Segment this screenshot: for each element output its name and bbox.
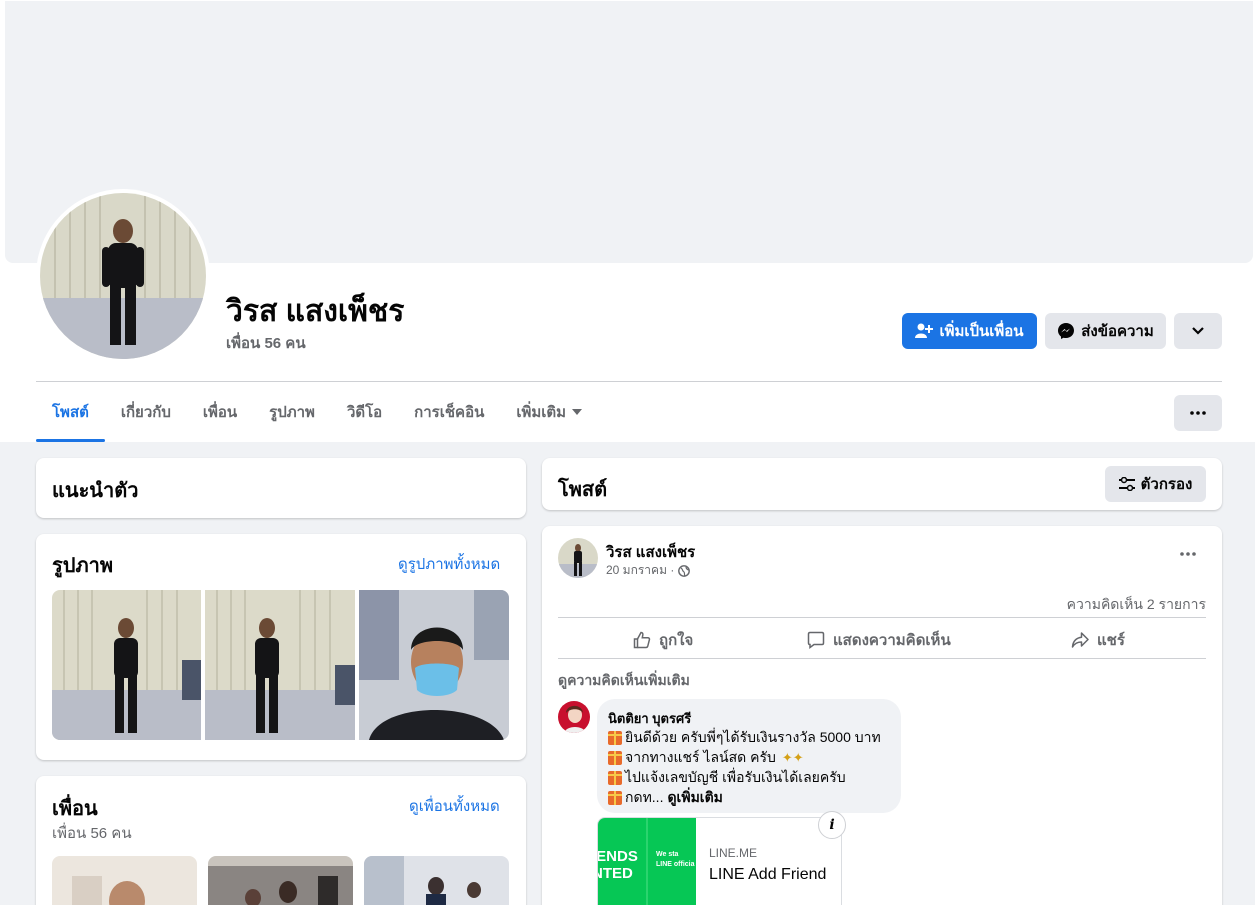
friend-photo[interactable] <box>364 856 509 905</box>
profile-avatar[interactable] <box>40 193 206 359</box>
see-all-friends-link[interactable]: ดูเพื่อนทั้งหมด <box>409 794 500 818</box>
tab-photos[interactable]: รูปภาพ <box>253 382 331 442</box>
tab-checkins[interactable]: การเช็คอิน <box>398 382 500 442</box>
post-divider <box>558 658 1206 659</box>
friends-title[interactable]: เพื่อน <box>52 792 98 824</box>
gift-icon <box>608 791 622 805</box>
ellipsis-icon <box>1190 411 1206 415</box>
info-icon[interactable]: i <box>818 811 846 839</box>
comment-text: ยินดีด้วย ครับพี่ๆได้รับเงินรางวัล 5000 … <box>625 729 881 745</box>
see-all-photos-link[interactable]: ดูรูปภาพทั้งหมด <box>398 552 500 576</box>
tab-about[interactable]: เกี่ยวกับ <box>105 382 187 442</box>
add-user-icon <box>915 323 934 338</box>
message-label: ส่งข้อความ <box>1081 323 1154 340</box>
globe-icon <box>678 564 691 577</box>
post-meta: 20 มกราคม · <box>606 561 691 580</box>
tab-more-label: เพิ่มเติม <box>516 404 567 421</box>
thumb-small-line: LINE officia <box>656 861 695 868</box>
share-label: แชร์ <box>1097 632 1125 649</box>
gift-icon <box>608 731 622 745</box>
profile-friend-count[interactable]: เพื่อน 56 คน <box>226 331 306 355</box>
posts-title: โพสต์ <box>558 479 608 501</box>
link-domain: LINE.ME <box>709 846 758 860</box>
comments-count[interactable]: ความคิดเห็น 2 รายการ <box>1067 594 1206 616</box>
photo-thumbnail[interactable] <box>52 590 201 740</box>
comment-button[interactable]: แสดงความคิดเห็น <box>807 628 951 652</box>
intro-title: แนะนำตัว <box>52 480 139 502</box>
post-date[interactable]: 20 มกราคม · <box>606 561 674 580</box>
tab-posts[interactable]: โพสต์ <box>36 382 105 442</box>
friend-photo[interactable] <box>208 856 353 905</box>
profile-tabs: โพสต์ เกี่ยวกับ เพื่อน รูปภาพ วิดีโอ การ… <box>36 382 598 442</box>
comment-text: จากทางแชร์ ไลน์สด ครับ <box>625 749 776 765</box>
add-friend-button[interactable]: เพิ่มเป็นเพื่อน <box>902 313 1037 349</box>
like-label: ถูกใจ <box>659 632 694 649</box>
tab-friends[interactable]: เพื่อน <box>187 382 253 442</box>
caret-down-icon <box>572 409 583 415</box>
gift-icon <box>608 771 622 785</box>
post-divider <box>558 617 1206 618</box>
like-button[interactable]: ถูกใจ <box>633 628 693 652</box>
chevron-down-icon <box>1192 327 1204 335</box>
view-more-comments-link[interactable]: ดูความคิดเห็นเพิ่มเติม <box>558 670 690 692</box>
friend-photo[interactable] <box>52 856 197 905</box>
thumb-small-line: We sta <box>656 851 679 858</box>
post-author-avatar[interactable] <box>558 538 598 578</box>
add-friend-label: เพิ่มเป็นเพื่อน <box>939 323 1024 340</box>
ellipsis-icon <box>1180 552 1196 556</box>
share-button[interactable]: แชร์ <box>1071 628 1125 652</box>
thumb-text-line: IENDS <box>598 848 638 865</box>
comment-line: ไปแจ้งเลขบัญชี เพื่อรับเงินได้เลยครับ <box>608 767 846 789</box>
photo-thumbnail[interactable] <box>205 590 355 740</box>
thumbs-up-icon <box>633 631 651 649</box>
share-icon <box>1071 632 1089 648</box>
message-button[interactable]: ส่งข้อความ <box>1045 313 1166 349</box>
thumb-text-line: NTED <box>598 865 633 882</box>
gift-icon <box>608 751 622 765</box>
thumb-small-text: We sta LINE officia <box>656 850 695 870</box>
comment-text: กดท... <box>625 789 664 805</box>
comment-icon <box>807 631 825 649</box>
party-popper-icon: ✦✦ <box>781 750 804 765</box>
messenger-icon <box>1058 323 1075 339</box>
commenter-avatar[interactable] <box>558 701 590 733</box>
comment-label: แสดงความคิดเห็น <box>833 632 951 649</box>
tab-videos[interactable]: วิดีโอ <box>331 382 398 442</box>
commenter-name[interactable]: นิตติยา บุตรศรี <box>608 708 691 729</box>
comment-line: จากทางแชร์ ไลน์สด ครับ ✦✦ <box>608 747 804 769</box>
link-preview-card[interactable]: IENDS NTED We sta LINE officia LINE.ME L… <box>597 817 842 905</box>
more-actions-button[interactable] <box>1174 313 1222 349</box>
post-options-button[interactable] <box>1176 542 1200 566</box>
comment-line: ยินดีด้วย ครับพี่ๆได้รับเงินรางวัล 5000 … <box>608 727 881 749</box>
tabs-more-button[interactable] <box>1174 395 1222 431</box>
profile-name: วิรส แสงเพ็ชร <box>226 295 405 328</box>
filter-icon <box>1118 477 1135 491</box>
friends-count: เพื่อน 56 คน <box>52 825 132 842</box>
comment-text: ไปแจ้งเลขบัญชี เพื่อรับเงินได้เลยครับ <box>625 769 846 785</box>
link-title: LINE Add Friend <box>709 866 827 883</box>
thumb-text: IENDS NTED <box>598 848 638 882</box>
link-preview-thumbnail: IENDS NTED We sta LINE officia <box>598 818 696 905</box>
photo-thumbnail[interactable] <box>359 590 509 740</box>
comment-line: กดท... ดูเพิ่มเติม <box>608 787 723 809</box>
photos-title[interactable]: รูปภาพ <box>52 549 113 581</box>
filter-button[interactable]: ตัวกรอง <box>1105 466 1206 502</box>
tab-more[interactable]: เพิ่มเติม <box>500 382 598 442</box>
see-more-link[interactable]: ดูเพิ่มเติม <box>667 787 722 809</box>
filter-label: ตัวกรอง <box>1140 476 1193 493</box>
